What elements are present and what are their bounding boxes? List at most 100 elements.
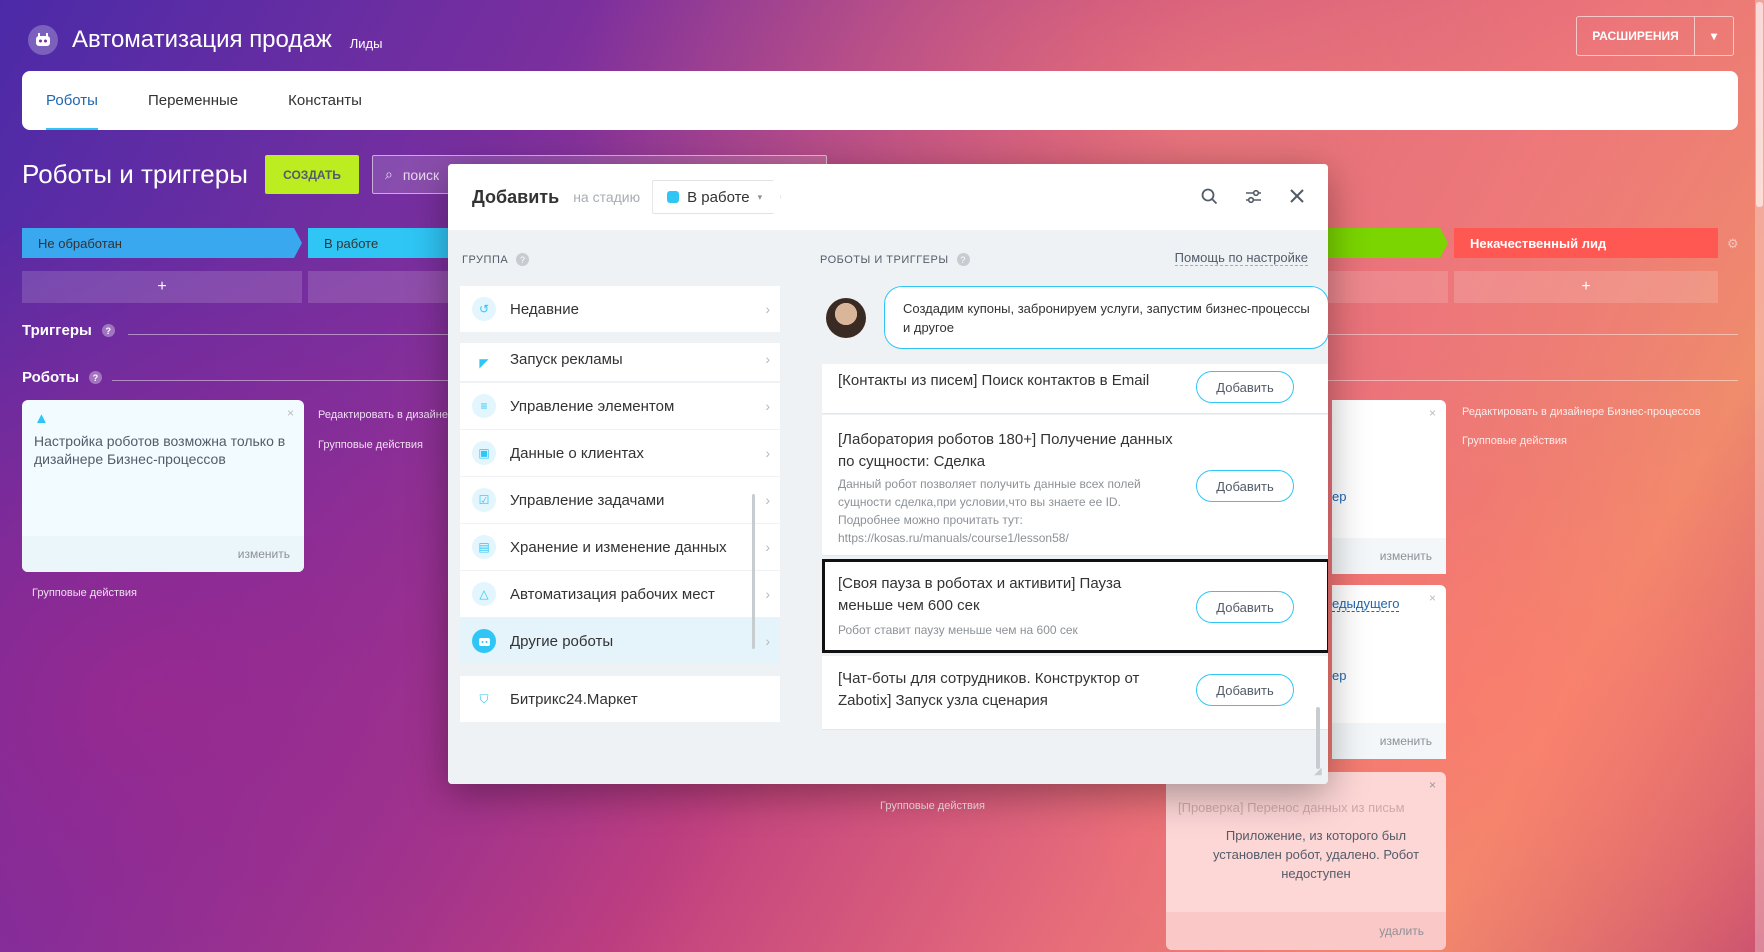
app-subtitle: Лиды (349, 35, 383, 51)
close-icon[interactable]: × (1429, 406, 1436, 420)
stage-not-processed[interactable]: Не обработан (22, 228, 302, 258)
robot-item[interactable]: [Лаборатория роботов 180+] Получение дан… (822, 415, 1328, 556)
group-item-tasks[interactable]: ☑ Управление задачами › (460, 477, 780, 523)
chevron-right-icon: › (765, 586, 770, 602)
tab-constants[interactable]: Константы (288, 71, 362, 130)
group-column: ГРУППА ? ↺ Недавние › ◤ Запуск рекламы ›… (448, 230, 804, 784)
group-scrollbar[interactable] (752, 494, 755, 649)
filter-settings-icon[interactable] (1242, 185, 1264, 207)
stage-select[interactable]: В работе ▾ (652, 180, 781, 214)
add-button[interactable]: Добавить (1196, 674, 1294, 706)
help-icon[interactable]: ? (101, 324, 115, 337)
create-button[interactable]: СОЗДАТЬ (265, 155, 359, 194)
group-item-ads[interactable]: ◤ Запуск рекламы › (460, 343, 780, 381)
chevron-right-icon: › (765, 301, 770, 317)
add-trigger-button[interactable]: + (1454, 271, 1718, 303)
contact-card-icon: ▣ (472, 441, 496, 465)
dialog-header: Добавить на стадию В работе ▾ (448, 164, 1328, 230)
robot-item[interactable]: [Контакты из писем] Поиск контактов в Em… (822, 364, 1328, 414)
robot-card-text[interactable]: едыдущего (1332, 596, 1400, 612)
workflow-icon: △ (472, 582, 496, 606)
robot-list: [Контакты из писем] Поиск контактов в Em… (822, 364, 1328, 770)
close-icon[interactable]: × (1429, 591, 1436, 605)
database-icon: ▤ (472, 535, 496, 559)
megaphone-icon: ◤ (479, 356, 489, 370)
tab-variables[interactable]: Переменные (148, 71, 238, 130)
robot-card-text: ер (1332, 668, 1347, 683)
group-item-recent[interactable]: ↺ Недавние › (460, 286, 780, 332)
setup-help-link[interactable]: Помощь по настройке (1174, 250, 1308, 266)
warning-text: Настройка роботов возможна только в диза… (34, 433, 286, 467)
robot-item[interactable]: [Своя пауза в роботах и активити] Пауза … (822, 559, 1328, 653)
close-icon[interactable]: × (287, 406, 294, 420)
group-item-other-robots[interactable]: Другие роботы › (460, 618, 780, 664)
group-item-element-control[interactable]: ≡ Управление элементом › (460, 383, 780, 429)
delete-link[interactable]: удалить (1166, 912, 1446, 950)
edit-designer-link[interactable]: Редактировать в дизайнер (318, 409, 448, 421)
stage-color-dot (667, 191, 679, 203)
divider (112, 380, 448, 381)
add-button[interactable]: Добавить (1196, 591, 1294, 623)
stage-in-work[interactable]: В работе (308, 228, 448, 258)
assistant-bubble: Создадим купоны, забронируем услуги, зап… (884, 286, 1328, 349)
group-actions-link[interactable]: Групповые действия (1462, 435, 1567, 447)
help-icon[interactable]: ? (516, 253, 530, 266)
robots-heading-label: РОБОТЫ И ТРИГГЕРЫ (820, 253, 949, 266)
group-item-label: Хранение и изменение данных (510, 538, 727, 556)
help-icon[interactable]: ? (956, 253, 970, 266)
group-item-label: Автоматизация рабочих мест (510, 585, 715, 603)
gear-icon[interactable]: ⚙ (1727, 236, 1739, 252)
add-trigger-button[interactable]: + (22, 271, 302, 303)
robot-title: [Лаборатория роботов 180+] Получение дан… (838, 431, 1173, 470)
dialog-subtitle: на стадию (573, 189, 641, 205)
change-link[interactable]: изменить (1332, 723, 1446, 759)
chevron-right-icon: › (765, 445, 770, 461)
page-scrollbar[interactable] (1755, 0, 1764, 952)
change-link[interactable]: изменить (22, 536, 304, 572)
warning-card: ▲ × Настройка роботов возможна только в … (22, 400, 304, 572)
chevron-down-icon: ▾ (757, 191, 763, 202)
history-icon: ↺ (472, 297, 496, 321)
stage-junk-lead[interactable]: Некачественный лид (1454, 228, 1718, 258)
extensions-label: РАСШИРЕНИЯ (1577, 17, 1695, 55)
close-icon[interactable] (1286, 185, 1308, 207)
unavailable-text: Приложение, из которого был установлен р… (1212, 828, 1420, 881)
edit-designer-link[interactable]: Редактировать в дизайнере Бизнес-процесс… (1462, 406, 1701, 418)
robots-scrollbar[interactable] (1316, 707, 1320, 769)
group-item-workplace-automation[interactable]: △ Автоматизация рабочих мест › (460, 571, 780, 617)
change-link[interactable]: изменить (1332, 538, 1446, 574)
search-icon: ⌕ (385, 166, 393, 182)
group-item-data-storage[interactable]: ▤ Хранение и изменение данных › (460, 524, 780, 570)
warning-icon: ▲ (34, 410, 49, 427)
group-heading: ГРУППА ? (462, 253, 530, 266)
add-trigger-button[interactable] (308, 271, 448, 303)
extensions-button[interactable]: РАСШИРЕНИЯ ▾ (1576, 16, 1734, 56)
group-actions-link[interactable]: Групповые действия (318, 439, 423, 451)
group-actions-link[interactable]: Групповые действия (32, 587, 137, 599)
group-item-market[interactable]: ⛉ Битрикс24.Маркет (460, 676, 780, 722)
robot-item[interactable]: [Чат-боты для сотрудников. Конструктор о… (822, 656, 1328, 730)
group-actions-link[interactable]: Групповые действия (880, 800, 985, 812)
search-icon[interactable] (1198, 185, 1220, 207)
scrollbar-thumb[interactable] (1756, 2, 1763, 207)
resize-handle-icon[interactable]: ◢ (1314, 766, 1322, 777)
close-icon[interactable]: × (1429, 778, 1436, 792)
robot-card-text: ер (1332, 489, 1347, 504)
search-placeholder: поиск (402, 166, 440, 183)
robots-heading: РОБОТЫ И ТРИГГЕРЫ ? (820, 253, 970, 266)
divider (128, 334, 448, 335)
add-button[interactable]: Добавить (1196, 470, 1294, 502)
group-heading-label: ГРУППА (462, 253, 509, 266)
chevron-down-icon[interactable]: ▾ (1695, 17, 1733, 55)
help-icon[interactable]: ? (89, 371, 103, 384)
group-item-client-data[interactable]: ▣ Данные о клиентах › (460, 430, 780, 476)
filter-icon: ≡ (472, 394, 496, 418)
robot-description: Данный робот позволяет получить данные в… (838, 477, 1141, 545)
page-title: Роботы и триггеры (22, 159, 248, 189)
robot-card: × едыдущего ер изменить (1332, 585, 1446, 759)
app-header: Автоматизация продаж Лиды (28, 18, 383, 62)
add-button[interactable]: Добавить (1196, 371, 1294, 403)
add-robot-dialog: Добавить на стадию В работе ▾ ГРУППА ? ↺ (448, 164, 1328, 784)
app-title: Автоматизация продаж (72, 26, 332, 53)
tab-robots[interactable]: Роботы (46, 71, 98, 130)
